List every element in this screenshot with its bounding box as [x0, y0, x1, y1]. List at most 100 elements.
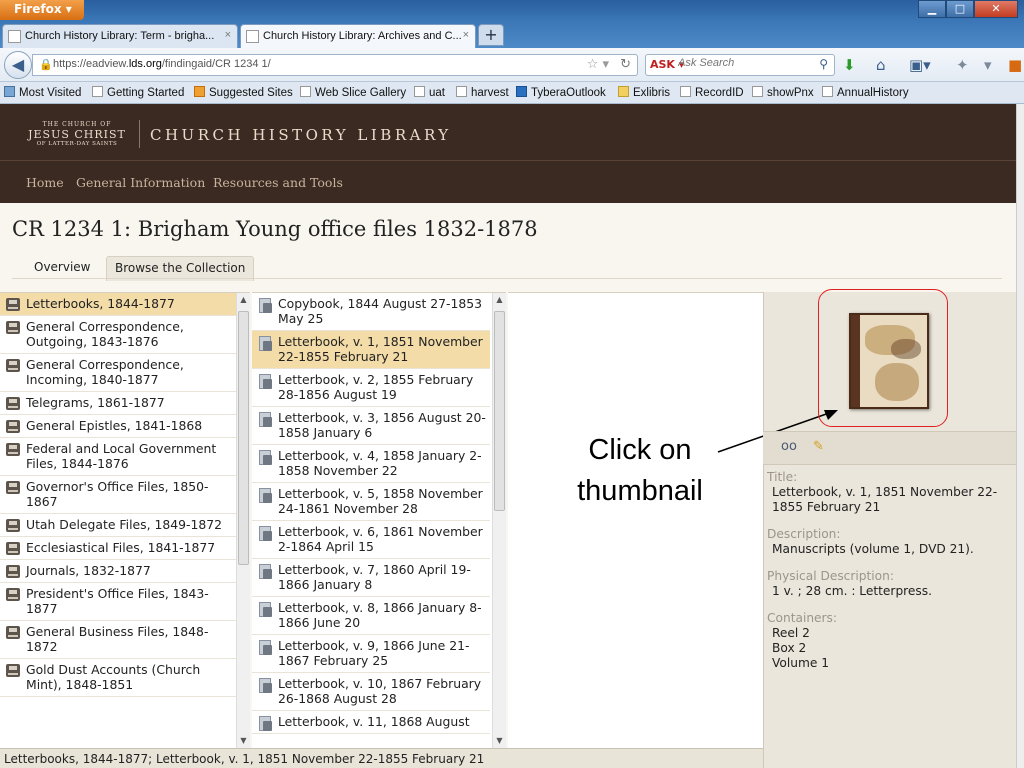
book-icon	[6, 359, 22, 373]
volume-item[interactable]: Letterbook, v. 7, 1860 April 19-1866 Jan…	[252, 559, 490, 597]
document-icon	[258, 564, 274, 579]
new-tab-button[interactable]: +	[478, 24, 504, 46]
browser-tab-archives[interactable]: Church History Library: Archives and C..…	[240, 24, 476, 48]
item-details: Title: Letterbook, v. 1, 1851 November 2…	[767, 470, 1007, 671]
home-icon[interactable]: ⌂	[876, 56, 886, 74]
bookmark-web-slice-gallery[interactable]: Web Slice Gallery	[300, 86, 406, 99]
tab-close-icon[interactable]: ×	[463, 29, 469, 41]
search-input[interactable]	[678, 57, 808, 69]
tab-title: Church History Library: Term - brigha...	[25, 30, 215, 42]
bookmark-tyberaoutlook[interactable]: TyberaOutlook	[516, 86, 606, 99]
title-value: Letterbook, v. 1, 1851 November 22-1855 …	[772, 485, 998, 514]
series-item[interactable]: General Correspondence, Outgoing, 1843-1…	[0, 316, 236, 354]
scroll-up-icon[interactable]: ▲	[493, 293, 506, 307]
scroll-down-icon[interactable]: ▼	[237, 734, 250, 748]
letterbook-thumbnail[interactable]	[849, 313, 929, 409]
bookmark-harvest[interactable]: harvest	[456, 86, 509, 99]
url-text: https://eadview.lds.org/findingaid/CR 12…	[53, 58, 271, 70]
search-bar[interactable]: ASK ▾ ⚲	[645, 54, 835, 76]
church-logo[interactable]: THE CHURCH OF JESUS CHRIST OF LATTER-DAY…	[26, 121, 128, 147]
series-item[interactable]: General Correspondence, Incoming, 1840-1…	[0, 354, 236, 392]
navigation-toolbar: 🔒 https://eadview.lds.org/findingaid/CR …	[0, 48, 1024, 82]
scrollbar-thumb[interactable]	[238, 311, 249, 565]
series-item[interactable]: Journals, 1832-1877	[0, 560, 236, 583]
page-title: CR 1234 1: Brigham Young office files 18…	[12, 217, 538, 241]
nav-general-information[interactable]: General Information	[76, 175, 205, 190]
minimize-button[interactable]: ▁	[918, 0, 946, 18]
volumes-scrollbar[interactable]: ▲ ▼	[492, 293, 506, 749]
series-item[interactable]: Ecclesiastical Files, 1841-1877	[0, 537, 236, 560]
volume-item[interactable]: Letterbook, v. 8, 1866 January 8-1866 Ju…	[252, 597, 490, 635]
scrollbar-thumb[interactable]	[494, 311, 505, 511]
bookmark-showpnx[interactable]: showPnx	[752, 86, 814, 99]
bookmark-uat[interactable]: uat	[414, 86, 445, 99]
document-icon	[258, 678, 274, 693]
edit-pencil-icon[interactable]: ✎	[813, 439, 824, 454]
volume-item[interactable]: Copybook, 1844 August 27-1853 May 25	[252, 293, 490, 331]
series-item-label: Letterbooks, 1844-1877	[26, 296, 175, 311]
firefox-menu-button[interactable]: Firefox ▾	[0, 0, 84, 20]
volume-item-label: Letterbook, v. 5, 1858 November 24-1861 …	[278, 486, 483, 516]
items-column	[508, 292, 763, 748]
bookmark-suggested-sites[interactable]: Suggested Sites	[194, 86, 293, 99]
site-name[interactable]: CHURCH HISTORY LIBRARY	[150, 126, 452, 144]
reload-icon[interactable]: ↻	[620, 57, 631, 72]
addon-orange-icon[interactable]: ■	[1008, 56, 1022, 74]
book-icon	[6, 519, 22, 533]
series-item[interactable]: Governor's Office Files, 1850-1867	[0, 476, 236, 514]
bookmark-most-visited[interactable]: Most Visited	[4, 86, 81, 99]
volume-item[interactable]: Letterbook, v. 6, 1861 November 2-1864 A…	[252, 521, 490, 559]
details-toolbar: oo ✎	[763, 431, 1016, 465]
series-item[interactable]: President's Office Files, 1843-1877	[0, 583, 236, 621]
scroll-down-icon[interactable]: ▼	[493, 734, 506, 748]
logo-line: JESUS CHRIST	[28, 128, 126, 141]
series-item[interactable]: General Epistles, 1841-1868	[0, 415, 236, 438]
download-icon[interactable]: ⬇	[843, 56, 856, 74]
nav-home[interactable]: Home	[26, 175, 64, 190]
close-window-button[interactable]: ✕	[974, 0, 1018, 18]
series-item-label: Utah Delegate Files, 1849-1872	[26, 517, 223, 532]
volume-item[interactable]: Letterbook, v. 2, 1855 February 28-1856 …	[252, 369, 490, 407]
series-item[interactable]: Gold Dust Accounts (Church Mint), 1848-1…	[0, 659, 236, 697]
scroll-up-icon[interactable]: ▲	[237, 293, 250, 307]
bookmarks-menu-icon[interactable]: ▣▾	[909, 56, 931, 74]
volume-item-label: Letterbook, v. 8, 1866 January 8-1866 Ju…	[278, 600, 482, 630]
back-button[interactable]: ◀	[4, 51, 32, 79]
series-item[interactable]: Letterbooks, 1844-1877	[0, 293, 236, 316]
book-icon	[6, 664, 22, 678]
series-item[interactable]: Telegrams, 1861-1877	[0, 392, 236, 415]
bookmark-getting-started[interactable]: Getting Started	[92, 86, 184, 99]
volume-item[interactable]: Letterbook, v. 5, 1858 November 24-1861 …	[252, 483, 490, 521]
series-scrollbar[interactable]: ▲ ▼	[236, 293, 250, 749]
page-scrollbar[interactable]	[1016, 104, 1024, 768]
volume-item[interactable]: Letterbook, v. 10, 1867 February 26-1868…	[252, 673, 490, 711]
series-item-label: Governor's Office Files, 1850-1867	[26, 479, 209, 509]
tab-close-icon[interactable]: ×	[225, 29, 231, 41]
container-reel: Reel 2	[772, 626, 810, 640]
series-item[interactable]: General Business Files, 1848-1872	[0, 621, 236, 659]
tab-title: Church History Library: Archives and C..…	[263, 30, 462, 42]
url-bar[interactable]: 🔒 https://eadview.lds.org/findingaid/CR …	[32, 54, 638, 76]
bookmark-exlibris[interactable]: Exlibris	[618, 86, 670, 99]
series-item-label: General Correspondence, Incoming, 1840-1…	[26, 357, 184, 387]
volume-item[interactable]: Letterbook, v. 1, 1851 November 22-1855 …	[252, 331, 490, 369]
browser-tab-term[interactable]: Church History Library: Term - brigha...…	[2, 24, 238, 48]
maximize-button[interactable]: □	[946, 0, 974, 18]
volume-item[interactable]: Letterbook, v. 3, 1856 August 20-1858 Ja…	[252, 407, 490, 445]
view-glasses-icon[interactable]: oo	[781, 439, 797, 454]
nav-resources-and-tools[interactable]: Resources and Tools	[213, 175, 343, 190]
menu-dropdown-icon[interactable]: ▾	[984, 56, 992, 74]
volume-item-label: Letterbook, v. 4, 1858 January 2-1858 No…	[278, 448, 482, 478]
description-value: Manuscripts (volume 1, DVD 21).	[772, 542, 974, 556]
status-bar: Letterbooks, 1844-1877; Letterbook, v. 1…	[0, 748, 763, 768]
volume-item[interactable]: Letterbook, v. 4, 1858 January 2-1858 No…	[252, 445, 490, 483]
series-item[interactable]: Utah Delegate Files, 1849-1872	[0, 514, 236, 537]
bookmark-recordid[interactable]: RecordID	[680, 86, 744, 99]
bookmark-star-icon[interactable]: ☆ ▾	[587, 57, 609, 72]
bookmark-annualhistory[interactable]: AnnualHistory	[822, 86, 909, 99]
volume-item[interactable]: Letterbook, v. 9, 1866 June 21-1867 Febr…	[252, 635, 490, 673]
addon-icon[interactable]: ✦	[956, 56, 969, 74]
volume-item[interactable]: Letterbook, v. 11, 1868 August	[252, 711, 490, 734]
series-item[interactable]: Federal and Local Government Files, 1844…	[0, 438, 236, 476]
search-icon[interactable]: ⚲	[819, 57, 828, 71]
